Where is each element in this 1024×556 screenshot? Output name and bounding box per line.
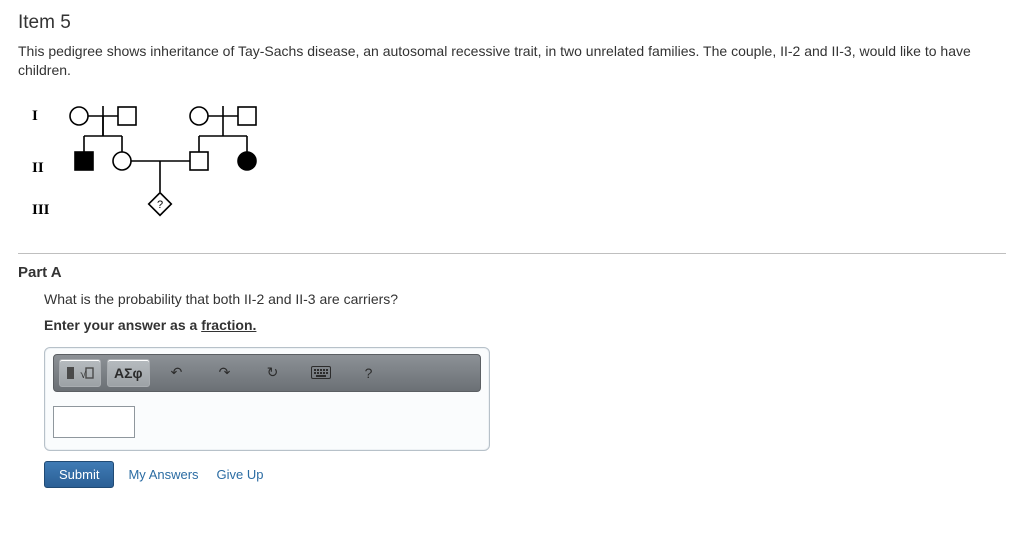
instruction-lead: Enter your answer as a bbox=[44, 317, 201, 333]
templates-icon: √ bbox=[66, 365, 94, 381]
pedigree-diagram: I II III bbox=[24, 92, 1006, 235]
templates-button[interactable]: √ bbox=[59, 359, 101, 387]
separator bbox=[18, 253, 1006, 254]
svg-text:?: ? bbox=[157, 199, 163, 211]
pedigree-svg: I II III bbox=[24, 92, 324, 232]
action-row: Submit My Answers Give Up bbox=[44, 461, 1006, 488]
keyboard-button[interactable] bbox=[300, 359, 342, 387]
keyboard-icon bbox=[311, 366, 331, 379]
help-button[interactable]: ? bbox=[348, 359, 390, 387]
submit-button[interactable]: Submit bbox=[44, 461, 114, 488]
undo-button[interactable]: ↶ bbox=[156, 359, 198, 387]
gen-label-1: I bbox=[32, 108, 38, 124]
question-text: What is the probability that both II-2 a… bbox=[44, 291, 1006, 307]
my-answers-link[interactable]: My Answers bbox=[128, 467, 198, 482]
prompt-text: This pedigree shows inheritance of Tay-S… bbox=[18, 42, 1006, 80]
instruction: Enter your answer as a fraction. bbox=[44, 317, 1006, 333]
answer-input[interactable] bbox=[53, 406, 135, 438]
equation-toolbar: √ ΑΣφ ↶ ↷ ↻ ? bbox=[53, 354, 481, 392]
reset-button[interactable]: ↻ bbox=[252, 359, 294, 387]
item-title: Item 5 bbox=[18, 12, 1006, 34]
redo-button[interactable]: ↷ bbox=[204, 359, 246, 387]
gen-label-3: III bbox=[32, 202, 50, 218]
answer-box: √ ΑΣφ ↶ ↷ ↻ ? bbox=[44, 347, 490, 451]
part-label: Part A bbox=[18, 264, 1006, 281]
instruction-fraction: fraction. bbox=[201, 317, 256, 333]
greek-button[interactable]: ΑΣφ bbox=[107, 359, 150, 387]
gen-label-2: II bbox=[32, 160, 44, 176]
give-up-link[interactable]: Give Up bbox=[217, 467, 264, 482]
